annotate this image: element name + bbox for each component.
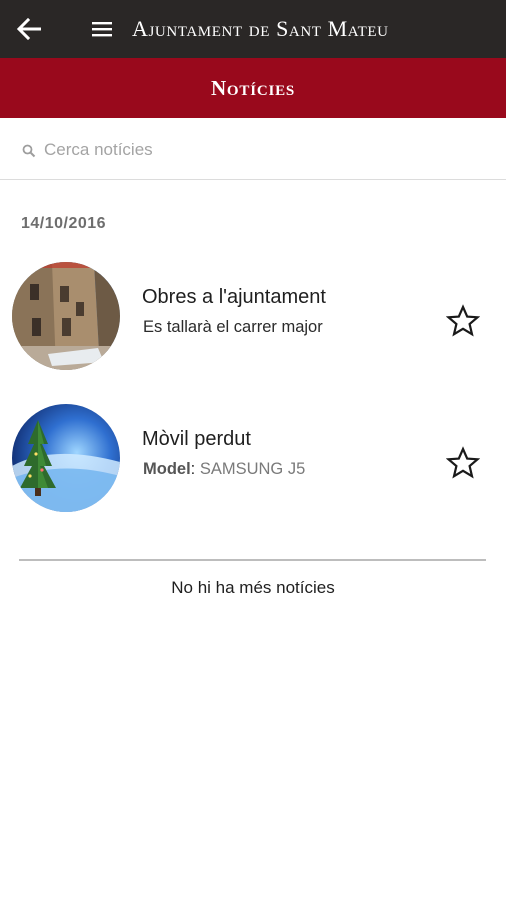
- section-header: Notícies: [0, 58, 506, 118]
- news-item[interactable]: Mòvil perdut Model: SAMSUNG J5: [0, 402, 506, 512]
- news-thumbnail-town-hall: [12, 262, 120, 370]
- hamburger-menu-icon: [92, 22, 112, 37]
- search-bar: [0, 118, 506, 180]
- news-subtitle: Es tallarà el carrer major: [143, 318, 323, 336]
- christmas-tree-wallpaper: [12, 404, 120, 512]
- page-title: Notícies: [210, 75, 296, 100]
- menu-button[interactable]: [86, 14, 118, 44]
- back-button[interactable]: [14, 14, 46, 44]
- app-bar: Ajuntament de Sant Mateu: [0, 0, 506, 58]
- date-header: 14/10/2016: [21, 215, 107, 232]
- subtitle-separator: :: [190, 460, 200, 478]
- arrow-back-icon: [17, 18, 41, 40]
- subtitle-key: Model: [143, 460, 191, 478]
- star-outline-icon: [446, 446, 480, 479]
- news-title: Mòvil perdut: [142, 428, 251, 450]
- search-input[interactable]: [44, 138, 484, 162]
- favorite-button[interactable]: [444, 444, 482, 482]
- news-item[interactable]: Obres a l'ajuntament Es tallarà el carre…: [0, 260, 506, 370]
- end-of-list-message: No hi ha més notícies: [171, 578, 335, 597]
- news-subtitle: Model: SAMSUNG J5: [143, 460, 305, 479]
- star-outline-icon: [446, 304, 480, 337]
- subtitle-value: SAMSUNG J5: [199, 460, 306, 478]
- list-end-divider: [19, 559, 486, 561]
- town-hall-street-photo: [12, 262, 120, 370]
- app-title: Ajuntament de Sant Mateu: [132, 16, 389, 41]
- search-icon: [22, 144, 36, 158]
- news-title: Obres a l'ajuntament: [142, 286, 326, 308]
- favorite-button[interactable]: [444, 302, 482, 340]
- news-thumbnail-christmas: [12, 404, 120, 512]
